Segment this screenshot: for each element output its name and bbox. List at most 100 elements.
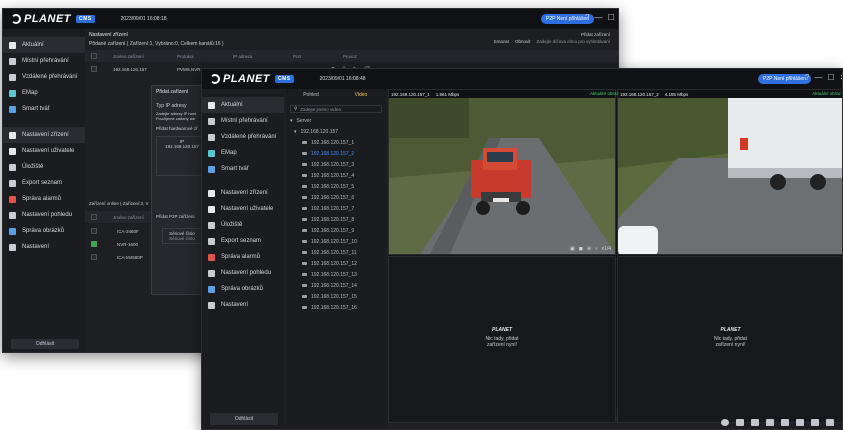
list-item[interactable]: 192.168.120.157_11 xyxy=(286,247,386,258)
sidebar-item-4[interactable]: Smart tvář xyxy=(3,101,85,117)
layout-4-icon[interactable] xyxy=(751,418,759,426)
front-p2p-status[interactable]: P2P Není přihlášen xyxy=(758,74,811,84)
serial-field[interactable]: Sériové číslo Sériové číslo xyxy=(162,228,202,244)
zoom-icon[interactable]: ⊕ xyxy=(587,246,591,252)
row-checkbox[interactable] xyxy=(91,228,97,234)
sidebar-item-1[interactable]: Místní přehrávání xyxy=(3,53,85,69)
minimize-icon[interactable]: — xyxy=(594,13,602,22)
back-window-controls[interactable]: ? — ☐ ✕ xyxy=(585,13,618,22)
empty-cell-4: PLANET Nic tady, přidat zařízení nyní! xyxy=(618,327,842,348)
sidebar-item-9[interactable]: Správa alarmů xyxy=(3,191,85,207)
list-item[interactable]: 192.168.120.157_1 xyxy=(286,137,386,148)
tour-icon[interactable] xyxy=(811,418,819,426)
layout-1-icon[interactable] xyxy=(736,418,744,426)
list-item[interactable]: 192.168.120.157_3 xyxy=(286,159,386,170)
sidebar-item-label: Nastavení pohledu xyxy=(22,212,73,218)
list-item[interactable]: 192.168.120.157_7 xyxy=(286,203,386,214)
help-icon[interactable]: ? xyxy=(805,73,809,82)
sidebar-item-10[interactable]: Nastavení pohledu xyxy=(202,265,284,281)
stop-all-icon[interactable] xyxy=(721,418,729,426)
video-cell-2[interactable]: 192.168.120.157_2 4.185 Mbps Aktuální ob… xyxy=(590,89,842,255)
list-item[interactable]: 192.168.120.157_12 xyxy=(286,258,386,269)
face-icon xyxy=(9,105,16,113)
list-item[interactable]: 192.168.120.157_6 xyxy=(286,192,386,203)
sidebar-item-11[interactable]: Správa obrázků xyxy=(3,223,85,239)
list-item[interactable]: 192.168.120.157_10 xyxy=(286,236,386,247)
list-item[interactable]: 192.168.120.157_9 xyxy=(286,225,386,236)
play-icon[interactable] xyxy=(796,418,804,426)
sidebar-item-7[interactable]: Úložiště xyxy=(3,159,85,175)
list-item[interactable]: 192.168.120.157_14 xyxy=(286,280,386,291)
back-logout-button[interactable]: Odhlásit xyxy=(11,339,79,349)
table-row[interactable]: NVR-1600 xyxy=(85,238,151,250)
record-icon[interactable]: ◼ xyxy=(579,246,583,252)
list-item[interactable]: 192.168.120.157_8 xyxy=(286,214,386,225)
alarm-icon xyxy=(9,195,16,203)
search-input[interactable]: ⚲ Zadejte jméno videa xyxy=(290,105,382,113)
list-item[interactable]: 192.168.120.157_4 xyxy=(286,170,386,181)
tree-root-server[interactable]: ▾ Server xyxy=(286,115,386,126)
row-checkbox[interactable] xyxy=(91,66,97,72)
row-checkbox[interactable] xyxy=(91,241,97,247)
show-hint-checkbox-label[interactable]: Zadejte díčova elmo pro vyhledávání xyxy=(536,39,610,44)
tree-device-label: 192.168.120.157 xyxy=(300,128,339,135)
list-item[interactable]: 192.168.120.157_13 xyxy=(286,269,386,280)
list-item[interactable]: 192.168.120.157_15 xyxy=(286,291,386,302)
fullscreen-icon[interactable] xyxy=(826,418,834,426)
table-row[interactable]: ICA-M4580P xyxy=(85,251,151,263)
sidebar-item-1[interactable]: Místní přehrávání xyxy=(202,113,284,129)
select-all-checkbox[interactable] xyxy=(91,53,97,59)
refresh-button[interactable]: Obnovit xyxy=(515,39,531,44)
cell-1-toolbar[interactable]: ▣ ◼ ⊕ ♪ x1/4 xyxy=(570,246,611,252)
sidebar-item-0[interactable]: Aktuální xyxy=(202,97,284,113)
sidebar-item-2[interactable]: Vzdálené přehrávání xyxy=(3,69,85,85)
sidebar-item-7[interactable]: Úložiště xyxy=(202,217,284,233)
online-select-all[interactable] xyxy=(91,214,97,220)
sidebar-item-5[interactable]: Nastavení zřízení xyxy=(202,185,284,201)
sidebar-item-5[interactable]: Nastavení zřízení xyxy=(3,127,85,143)
sidebar-item-4[interactable]: Smart tvář xyxy=(202,161,284,177)
layout-custom-icon[interactable] xyxy=(781,418,789,426)
list-item[interactable]: 192.168.120.157_2 xyxy=(286,148,386,159)
sidebar-item-3[interactable]: EMap xyxy=(3,85,85,101)
add-device-button[interactable]: Přidat zařízení xyxy=(581,32,610,37)
sidebar-item-12[interactable]: Nastavení xyxy=(202,297,284,313)
camera-scene-2 xyxy=(618,98,842,254)
snapshot-icon[interactable]: ▣ xyxy=(570,246,575,252)
tree-device-node[interactable]: ▾ 192.168.120.157 xyxy=(286,126,386,137)
delete-button[interactable]: Smazat xyxy=(494,39,509,44)
front-logout-button[interactable]: Odhlásit xyxy=(210,413,278,425)
sidebar-item-3[interactable]: EMap xyxy=(202,145,284,161)
device-icon xyxy=(9,131,16,139)
sidebar-item-12[interactable]: Nastavení xyxy=(3,239,85,255)
sidebar-item-9[interactable]: Správa alarmů xyxy=(202,249,284,265)
sidebar-item-label: Místní přehrávání xyxy=(22,58,69,64)
tab-video[interactable]: Video xyxy=(336,89,386,101)
map-icon xyxy=(208,149,215,157)
capture-icon[interactable] xyxy=(766,418,774,426)
table-row[interactable]: ICA-3460F xyxy=(85,225,151,237)
sidebar-item-11[interactable]: Správa obrázků xyxy=(202,281,284,297)
row-checkbox[interactable] xyxy=(91,254,97,260)
maximize-icon[interactable]: ☐ xyxy=(607,13,614,22)
p2p-add-label: Přidat P2P zařízení xyxy=(156,214,195,219)
list-item[interactable]: 192.168.120.157_16 xyxy=(286,302,386,313)
audio-icon[interactable]: ♪ xyxy=(595,246,598,252)
video-cell-1[interactable]: 192.168.120.157_1 1.961 Mbps ▣ ◼ ⊕ ♪ x1/… xyxy=(388,89,616,255)
help-icon[interactable]: ? xyxy=(585,13,589,22)
sidebar-item-6[interactable]: Nastavení uživatele xyxy=(3,143,85,159)
front-window-controls[interactable]: ? — ☐ ✕ xyxy=(805,73,842,82)
video-cell-3[interactable]: PLANET Nic tady, přidat zařízení nyní! xyxy=(388,256,616,423)
video-cell-4[interactable]: PLANET Nic tady, přidat zařízení nyní! xyxy=(617,256,842,423)
sidebar-item-8[interactable]: Export seznam xyxy=(202,233,284,249)
tab-pohled[interactable]: Pohled xyxy=(286,89,336,101)
close-icon[interactable]: ✕ xyxy=(840,73,842,82)
sidebar-item-2[interactable]: Vzdálené přehrávání xyxy=(202,129,284,145)
minimize-icon[interactable]: — xyxy=(814,73,822,82)
sidebar-item-10[interactable]: Nastavení pohledu xyxy=(3,207,85,223)
sidebar-item-8[interactable]: Export seznam xyxy=(3,175,85,191)
list-item[interactable]: 192.168.120.157_5 xyxy=(286,181,386,192)
maximize-icon[interactable]: ☐ xyxy=(827,73,834,82)
sidebar-item-0[interactable]: Aktuální xyxy=(3,37,85,53)
sidebar-item-6[interactable]: Nastavení uživatele xyxy=(202,201,284,217)
